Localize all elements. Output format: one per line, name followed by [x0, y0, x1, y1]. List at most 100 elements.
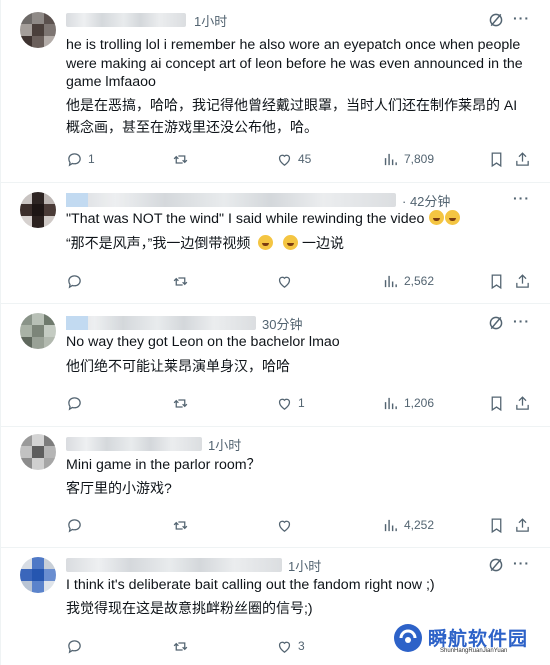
reply-button[interactable]	[66, 515, 83, 535]
retweet-button[interactable]	[172, 393, 189, 413]
watermark-logo-icon	[394, 624, 422, 652]
reply-button[interactable]	[66, 271, 83, 291]
avatar[interactable]	[20, 434, 56, 470]
tweet-header: 30分钟 ···	[66, 313, 530, 333]
crying-emoji-icon	[445, 210, 461, 225]
retweet-button[interactable]	[172, 271, 189, 291]
views-count: 1,206	[404, 396, 435, 410]
tweet-header: 1小时 ···	[66, 10, 530, 30]
share-button[interactable]	[514, 393, 531, 413]
like-icon	[278, 154, 291, 166]
retweet-button[interactable]	[172, 149, 194, 169]
views-icon	[384, 153, 397, 165]
watermark-subtitle: ShunHangRuanJianYuan	[440, 648, 508, 654]
author-name[interactable]	[66, 437, 202, 451]
tweet[interactable]: 1小时 ··· he is trolling lol i remember he…	[0, 0, 550, 183]
avatar[interactable]	[20, 557, 56, 593]
reply-icon	[68, 518, 81, 532]
grok-icon[interactable]	[488, 315, 504, 331]
share-button[interactable]	[514, 515, 531, 535]
avatar[interactable]	[20, 313, 56, 349]
like-count: 1	[298, 396, 305, 410]
more-icon[interactable]: ···	[513, 313, 530, 329]
tweet-text: "That was NOT the wind" I said while rew…	[66, 210, 526, 229]
share-icon	[516, 273, 529, 288]
timestamp[interactable]: 1小时	[288, 556, 321, 575]
tweet[interactable]: 1小时 Mini game in the parlor room？ 客厅里的小游…	[0, 426, 550, 548]
more-icon[interactable]: ···	[513, 190, 530, 206]
tweet-actions: 1 1,206	[66, 393, 532, 413]
bookmark-button[interactable]	[488, 393, 505, 413]
retweet-icon	[173, 398, 188, 408]
retweet-icon	[173, 641, 188, 651]
like-button[interactable]	[276, 515, 293, 535]
tweet-translation: 他是在恶搞，哈哈，我记得他曾经戴过眼罩，当时人们还在制作莱昂的 AI 概念画，甚…	[66, 97, 518, 135]
bookmark-icon	[491, 517, 502, 533]
grok-icon[interactable]	[488, 12, 504, 28]
views-count: 7,809	[404, 152, 435, 166]
retweet-icon	[173, 276, 188, 286]
bookmark-button[interactable]	[488, 515, 505, 535]
timeline-feed: 1小时 ··· he is trolling lol i remember he…	[0, 0, 550, 665]
author-name[interactable]	[66, 193, 396, 207]
author-name[interactable]	[66, 558, 282, 572]
tweet[interactable]: · 42分钟 ··· "That was NOT the wind" I sai…	[0, 182, 550, 304]
like-icon	[278, 276, 291, 288]
tweet-text-body: "That was NOT the wind" I said while rew…	[66, 211, 425, 227]
tweet-text: he is trolling lol i remember he also wo…	[66, 37, 523, 90]
author-name[interactable]	[66, 316, 256, 330]
bookmark-button[interactable]	[488, 271, 505, 291]
tweet-translation: 客厅里的小游戏?	[66, 480, 172, 496]
like-button[interactable]	[276, 271, 293, 291]
reply-count: 1	[88, 152, 95, 166]
reply-icon	[68, 396, 81, 410]
retweet-icon	[173, 154, 188, 164]
crying-emoji-icon	[429, 210, 445, 225]
share-icon	[516, 151, 529, 166]
views-button[interactable]: 4,252	[382, 515, 434, 535]
views-button[interactable]: 2,562	[382, 271, 434, 291]
tweet-actions: 2,562	[66, 271, 532, 291]
translation-part: “那不是风声，”我一边倒带视频	[66, 235, 251, 251]
like-icon	[278, 641, 291, 653]
share-icon	[516, 395, 529, 410]
share-button[interactable]	[514, 271, 531, 291]
crying-emoji-icon	[258, 235, 274, 250]
timestamp[interactable]: 1小时	[208, 435, 241, 454]
retweet-button[interactable]	[172, 515, 189, 535]
views-button[interactable]: 7,809	[382, 149, 434, 169]
timestamp[interactable]: 30分钟	[262, 314, 302, 333]
crying-emoji-icon	[283, 235, 299, 250]
more-icon[interactable]: ···	[513, 10, 530, 26]
tweet[interactable]: 30分钟 ··· No way they got Leon on the bac…	[0, 303, 550, 427]
views-button[interactable]: 1,206	[382, 393, 434, 413]
reply-button[interactable]	[66, 636, 83, 656]
bookmark-icon	[491, 395, 502, 411]
share-icon	[516, 517, 529, 532]
tweet-header: 1小时 ···	[66, 555, 530, 575]
more-icon[interactable]: ···	[513, 555, 530, 571]
tweet-translation: 他们绝不可能让莱昂演单身汉，哈哈	[66, 358, 290, 374]
timestamp[interactable]: 1小时	[194, 11, 227, 30]
share-button[interactable]	[514, 149, 531, 169]
author-name[interactable]	[66, 13, 186, 27]
tweet-header: · 42分钟 ···	[66, 190, 530, 210]
bookmark-button[interactable]	[488, 149, 505, 169]
views-icon	[384, 397, 397, 409]
grok-icon[interactable]	[488, 557, 504, 573]
like-button[interactable]: 1	[276, 393, 305, 413]
avatar[interactable]	[20, 192, 56, 228]
reply-button[interactable]: 1	[66, 149, 95, 169]
reply-button[interactable]	[66, 393, 83, 413]
retweet-button[interactable]	[172, 636, 189, 656]
timestamp[interactable]: · 42分钟	[402, 191, 450, 210]
retweet-icon	[173, 520, 188, 530]
views-count: 4,252	[404, 518, 435, 532]
views-count: 2,562	[404, 274, 435, 288]
like-button[interactable]: 3	[276, 636, 305, 656]
avatar[interactable]	[20, 12, 56, 48]
site-watermark: 瞬航软件园 ShunHangRuanJianYuan	[388, 616, 528, 662]
like-icon	[278, 520, 291, 532]
like-button[interactable]: 45	[276, 149, 311, 169]
views-icon	[384, 275, 397, 287]
